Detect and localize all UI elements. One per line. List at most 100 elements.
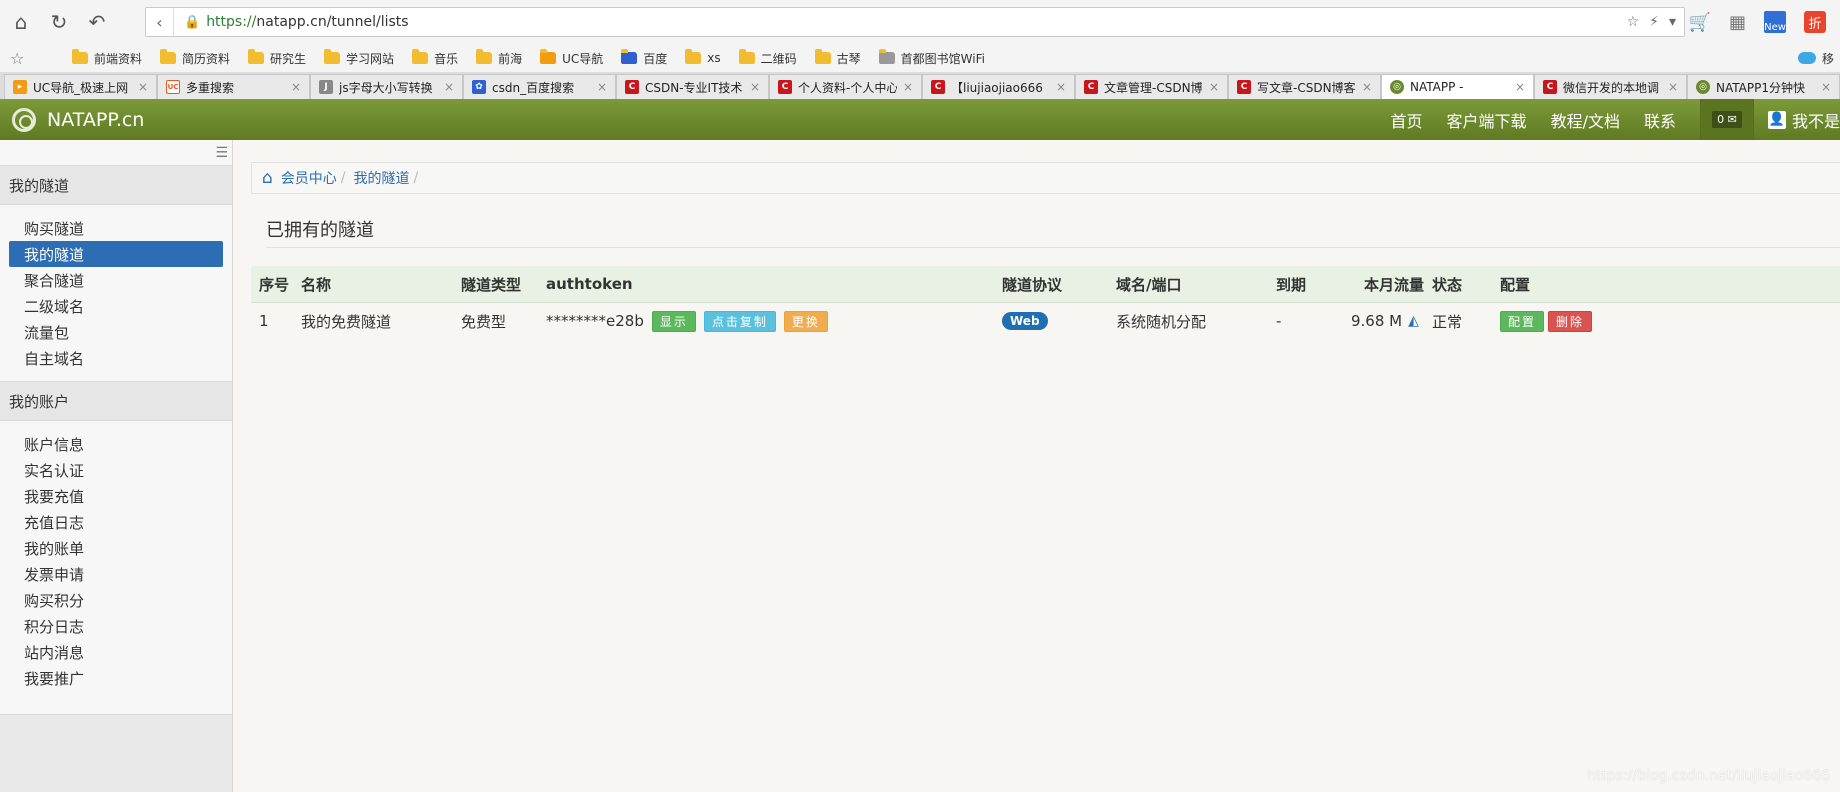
- sidebar-item-messages[interactable]: 站内消息: [9, 639, 223, 665]
- csdn-favicon-icon: C: [1543, 80, 1557, 94]
- sidebar-item-traffic-pack[interactable]: 流量包: [9, 319, 223, 345]
- close-icon[interactable]: ×: [138, 80, 148, 94]
- bookmark-link[interactable]: 百度: [621, 49, 667, 67]
- chevron-down-icon[interactable]: ▾: [1669, 14, 1676, 30]
- close-icon[interactable]: ×: [1209, 80, 1219, 94]
- bookmark-folder[interactable]: 简历资料: [160, 49, 230, 67]
- browser-tab[interactable]: ◎ NATAPP - ×: [1381, 74, 1534, 99]
- nav-home[interactable]: 首页: [1391, 108, 1423, 132]
- sidebar-item-invoice[interactable]: 发票申请: [9, 561, 223, 587]
- sidebar-item-buy-tunnel[interactable]: 购买隧道: [9, 215, 223, 241]
- apps-icon[interactable]: ▦: [1729, 12, 1746, 33]
- sidebar-item-verification[interactable]: 实名认证: [9, 457, 223, 483]
- browser-tab[interactable]: C 写文章-CSDN博客 ×: [1228, 74, 1381, 99]
- breadcrumb-my-tunnels[interactable]: 我的隧道: [354, 168, 410, 188]
- sidebar-item-subdomain[interactable]: 二级域名: [9, 293, 223, 319]
- bookmark-folder[interactable]: 古琴: [814, 49, 861, 67]
- bookmark-folder[interactable]: 前端资料: [72, 49, 142, 67]
- cart-icon[interactable]: 🛒: [1689, 12, 1711, 33]
- csdn-favicon-icon: C: [1084, 80, 1098, 94]
- authtoken-value: ********e28b: [546, 312, 644, 330]
- close-icon[interactable]: ×: [1821, 80, 1831, 94]
- sidebar-item-recharge-log[interactable]: 充值日志: [9, 509, 223, 535]
- discount-icon[interactable]: 折: [1804, 11, 1826, 33]
- bookmark-star-icon[interactable]: ☆: [10, 49, 36, 68]
- user-menu[interactable]: 👤 我不是: [1767, 108, 1840, 132]
- close-icon[interactable]: ×: [1515, 80, 1525, 94]
- undo-icon[interactable]: ↶: [80, 5, 114, 39]
- new-badge-icon[interactable]: New: [1764, 11, 1786, 33]
- sidebar-item-custom-domain[interactable]: 自主域名: [9, 345, 223, 371]
- star-icon[interactable]: ☆: [1627, 14, 1640, 30]
- bookmark-folder[interactable]: xs: [685, 49, 721, 65]
- tab-label: csdn_百度搜索: [492, 80, 575, 95]
- browser-tab[interactable]: Jjs字母大小写转换 ×: [310, 74, 463, 99]
- browser-tab[interactable]: C 【liujiaojiao666 ×: [922, 74, 1075, 99]
- address-bar[interactable]: ‹ 🔒 https://natapp.cn/tunnel/lists ☆ ⚡ ▾: [145, 7, 1685, 37]
- browser-tab[interactable]: ▸ UC导航_极速上网 ×: [4, 74, 157, 99]
- close-icon[interactable]: ×: [1056, 80, 1066, 94]
- browser-tab[interactable]: C CSDN-专业IT技术 ×: [616, 74, 769, 99]
- close-icon[interactable]: ×: [1668, 80, 1678, 94]
- col-index: 序号: [259, 275, 290, 294]
- home-icon[interactable]: ⌂: [262, 168, 273, 188]
- row-protocol: Web: [1002, 303, 1048, 339]
- sidebar-toggle-icon[interactable]: ☰: [0, 140, 232, 165]
- messages-button[interactable]: 0 ✉: [1699, 99, 1754, 140]
- bookmark-more[interactable]: 移: [1822, 50, 1834, 67]
- browser-tab[interactable]: ◎ NATAPP1分钟快 ×: [1687, 74, 1840, 99]
- close-icon[interactable]: ×: [291, 80, 301, 94]
- browser-tab[interactable]: ✿ csdn_百度搜索 ×: [463, 74, 616, 99]
- config-button[interactable]: 配置: [1500, 310, 1545, 332]
- sidebar-item-account-info[interactable]: 账户信息: [9, 431, 223, 457]
- sidebar-item-aggregate-tunnels[interactable]: 聚合隧道: [9, 267, 223, 293]
- sidebar-item-points-log[interactable]: 积分日志: [9, 613, 223, 639]
- nav-docs[interactable]: 教程/文档: [1551, 108, 1620, 132]
- back-icon[interactable]: ‹: [146, 8, 174, 36]
- sidebar-item-recharge[interactable]: 我要充值: [9, 483, 223, 509]
- change-token-button[interactable]: 更换: [783, 310, 828, 332]
- orange-favicon-icon: ▸: [13, 80, 27, 94]
- close-icon[interactable]: ×: [444, 80, 454, 94]
- browser-tab[interactable]: C 微信开发的本地调 ×: [1534, 74, 1687, 99]
- nav-contact[interactable]: 联系: [1644, 108, 1676, 132]
- folder-icon: [685, 49, 702, 64]
- brand[interactable]: NATAPP.cn: [12, 107, 144, 132]
- baidu-favicon-icon: ✿: [472, 80, 486, 94]
- close-icon[interactable]: ×: [1362, 80, 1372, 94]
- cloud-icon[interactable]: [1797, 52, 1816, 64]
- sidebar-item-bills[interactable]: 我的账单: [9, 535, 223, 561]
- breadcrumb-member-center[interactable]: 会员中心: [281, 168, 337, 188]
- url-text[interactable]: https://natapp.cn/tunnel/lists: [206, 14, 408, 30]
- sidebar-section-tunnels: 我的隧道: [0, 165, 232, 205]
- bookmark-folder[interactable]: 二维码: [738, 49, 797, 67]
- nav-client-download[interactable]: 客户端下载: [1447, 108, 1527, 132]
- close-icon[interactable]: ×: [903, 80, 913, 94]
- sidebar-item-referral[interactable]: 我要推广: [9, 665, 223, 691]
- bookmark-folder[interactable]: 音乐: [412, 49, 458, 67]
- browser-tab[interactable]: UC 多重搜索 ×: [157, 74, 310, 99]
- browser-tab[interactable]: C 个人资料-个人中心 ×: [769, 74, 922, 99]
- bookmark-folder[interactable]: 前海: [476, 49, 522, 67]
- bookmark-folder[interactable]: 学习网站: [324, 49, 394, 67]
- folder-icon: [324, 49, 341, 64]
- table-header: 序号 名称 隧道类型 authtoken 隧道协议 域名/端口 到期 本月流量 …: [251, 266, 1840, 303]
- close-icon[interactable]: ×: [597, 80, 607, 94]
- sidebar-item-my-tunnels[interactable]: 我的隧道: [9, 241, 223, 267]
- reload-icon[interactable]: ↻: [42, 5, 76, 39]
- home-icon[interactable]: ⌂: [4, 5, 38, 39]
- lightning-icon[interactable]: ⚡: [1649, 14, 1659, 30]
- close-icon[interactable]: ×: [750, 80, 760, 94]
- delete-button[interactable]: 删除: [1548, 310, 1593, 332]
- page-icon: [878, 49, 895, 64]
- bookmark-link[interactable]: UC导航: [540, 49, 603, 67]
- row-config: 配置 删除: [1492, 303, 1593, 339]
- bookmark-link[interactable]: 首都图书馆WiFi: [878, 49, 985, 67]
- nat-favicon-icon: ◎: [1696, 80, 1710, 94]
- sidebar-item-buy-points[interactable]: 购买积分: [9, 587, 223, 613]
- bookmark-folder[interactable]: 研究生: [248, 49, 306, 67]
- area-chart-icon[interactable]: ◭: [1408, 313, 1419, 329]
- show-token-button[interactable]: 显示: [651, 310, 696, 332]
- copy-token-button[interactable]: 点击复制: [703, 310, 776, 332]
- browser-tab[interactable]: C 文章管理-CSDN博 ×: [1075, 74, 1228, 99]
